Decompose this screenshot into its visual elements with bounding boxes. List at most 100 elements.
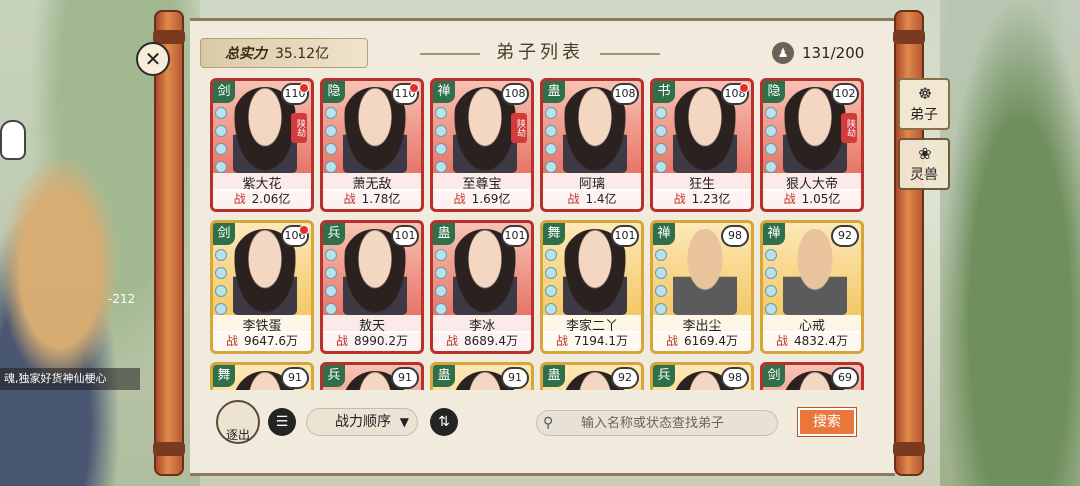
sort-dropdown[interactable]: 战力顺序 ▼ <box>306 408 418 436</box>
skill-orb-icon <box>655 143 667 155</box>
level-badge: 92 <box>831 225 859 247</box>
disciple-card[interactable]: 蛊 91 <box>430 362 534 390</box>
search-icon: ⚲ <box>543 415 554 431</box>
skill-orb-icon <box>655 267 667 279</box>
skill-orbs <box>215 249 229 321</box>
level-value: 101 <box>504 229 526 242</box>
skill-orbs <box>435 107 449 179</box>
bottom-toolbar: 逐出 ☰ 战力顺序 ▼ ⇅ ⚲ 搜索 <box>210 398 870 446</box>
skill-orb-icon <box>435 303 447 315</box>
sect-badge: 兵 <box>323 365 345 387</box>
level-value: 108 <box>614 87 636 100</box>
disciple-card[interactable]: 隐 102 陕劫 狠人大帝战 1.05亿 <box>760 78 864 212</box>
level-value: 69 <box>838 371 852 384</box>
disciple-card[interactable]: 隐 110 萧无敌战 1.78亿 <box>320 78 424 212</box>
sect-badge: 禅 <box>653 223 675 245</box>
level-badge: 110 <box>281 83 309 105</box>
tab-spirit-beasts[interactable]: ❀ 灵兽 <box>898 138 950 190</box>
disciple-card[interactable]: 剑 106 李铁蛋战 9647.6万 <box>210 220 314 354</box>
power-value: 1.78亿 <box>361 192 401 206</box>
search-input[interactable] <box>565 415 777 431</box>
disciple-card[interactable]: 剑 69 <box>760 362 864 390</box>
sect-badge: 剑 <box>763 365 785 387</box>
disciple-card[interactable]: 兵 101 敖天战 8990.2万 <box>320 220 424 354</box>
total-power-label: 总实力 <box>225 46 267 62</box>
level-value: 102 <box>834 87 856 100</box>
sort-order-toggle-button[interactable]: ⇅ <box>430 408 458 436</box>
sect-badge: 蛊 <box>433 223 455 245</box>
skill-orb-icon <box>325 303 337 315</box>
power-prefix: 战 <box>343 192 356 206</box>
sect-badge: 蛊 <box>433 365 455 387</box>
level-value: 101 <box>394 229 416 242</box>
skill-orbs <box>435 249 449 321</box>
level-value: 98 <box>728 229 742 242</box>
expel-button[interactable]: 逐出 <box>216 400 260 444</box>
level-badge: 101 <box>501 225 529 247</box>
skill-orb-icon <box>215 125 227 137</box>
disciple-power: 战 8990.2万 <box>323 331 421 351</box>
skill-orb-icon <box>765 267 777 279</box>
sect-badge: 禅 <box>763 223 785 245</box>
skill-orbs <box>655 107 669 179</box>
disciple-card[interactable]: 蛊 92 <box>540 362 644 390</box>
level-value: 108 <box>504 87 526 100</box>
level-value: 101 <box>614 229 636 242</box>
disciple-card[interactable]: 舞 91 <box>210 362 314 390</box>
disciple-card[interactable]: 禅 98 李出尘战 6169.4万 <box>650 220 754 354</box>
disciple-card[interactable]: 书 108 狂生战 1.23亿 <box>650 78 754 212</box>
search-button[interactable]: 搜索 <box>798 408 856 436</box>
power-prefix: 战 <box>665 334 678 348</box>
skill-orb-icon <box>325 125 337 137</box>
skill-orb-icon <box>765 107 777 119</box>
sect-badge: 蛊 <box>543 81 565 103</box>
level-badge: 102 <box>831 83 859 105</box>
spirit-beast-tab-icon: ❀ <box>918 144 932 163</box>
power-value: 1.4亿 <box>585 192 617 206</box>
list-view-button[interactable]: ☰ <box>268 408 296 436</box>
notification-dot <box>299 225 309 235</box>
skill-orb-icon <box>545 125 557 137</box>
skill-orbs <box>215 107 229 179</box>
disciple-card[interactable]: 蛊 108 阿璃战 1.4亿 <box>540 78 644 212</box>
sect-badge: 兵 <box>323 223 345 245</box>
total-power-box: 总实力 35.12亿 <box>200 38 368 68</box>
power-prefix: 战 <box>567 192 580 206</box>
disciple-card[interactable]: 剑 110 陕劫 紫大花战 2.06亿 <box>210 78 314 212</box>
level-value: 92 <box>838 229 852 242</box>
sect-badge: 剑 <box>213 223 235 245</box>
skill-orb-icon <box>655 125 667 137</box>
close-feather-icon[interactable]: ✕ <box>136 42 170 76</box>
skill-orb-icon <box>215 143 227 155</box>
skill-orb-icon <box>765 303 777 315</box>
disciple-card[interactable]: 禅 92 心戒战 4832.4万 <box>760 220 864 354</box>
chevron-down-icon: ▼ <box>399 415 409 429</box>
level-badge: 108 <box>721 83 749 105</box>
power-prefix: 战 <box>445 334 458 348</box>
background-chat-banner: 魂,独家好货神仙梗心 <box>0 368 140 390</box>
disciple-power: 战 6169.4万 <box>653 331 751 351</box>
disciple-card[interactable]: 兵 98 <box>650 362 754 390</box>
status-tag: 陕劫 <box>291 113 307 143</box>
sect-badge: 隐 <box>763 81 785 103</box>
skill-orbs <box>325 249 339 321</box>
level-badge: 110 <box>391 83 419 105</box>
disciple-card[interactable]: 禅 108 陕劫 至尊宝战 1.69亿 <box>430 78 534 212</box>
power-prefix: 战 <box>783 192 796 206</box>
status-tag: 陕劫 <box>511 113 527 143</box>
power-value: 4832.4万 <box>794 334 848 348</box>
skill-orb-icon <box>765 161 777 173</box>
skill-orb-icon <box>545 107 557 119</box>
skill-orb-icon <box>655 161 667 173</box>
tab-disciples[interactable]: ☸ 弟子 <box>898 78 950 130</box>
disciple-card[interactable]: 舞 101 李家二丫战 7194.1万 <box>540 220 644 354</box>
disciple-count: ♟ 131/200 <box>772 40 864 66</box>
skill-orb-icon <box>215 267 227 279</box>
skill-orb-icon <box>545 285 557 297</box>
disciple-card[interactable]: 蛊 101 李冰战 8689.4万 <box>430 220 534 354</box>
skill-orb-icon <box>215 161 227 173</box>
disciple-power: 战 1.78亿 <box>323 189 421 209</box>
disciple-power: 战 9647.6万 <box>213 331 311 351</box>
disciple-card[interactable]: 兵 91 <box>320 362 424 390</box>
skill-orb-icon <box>655 303 667 315</box>
